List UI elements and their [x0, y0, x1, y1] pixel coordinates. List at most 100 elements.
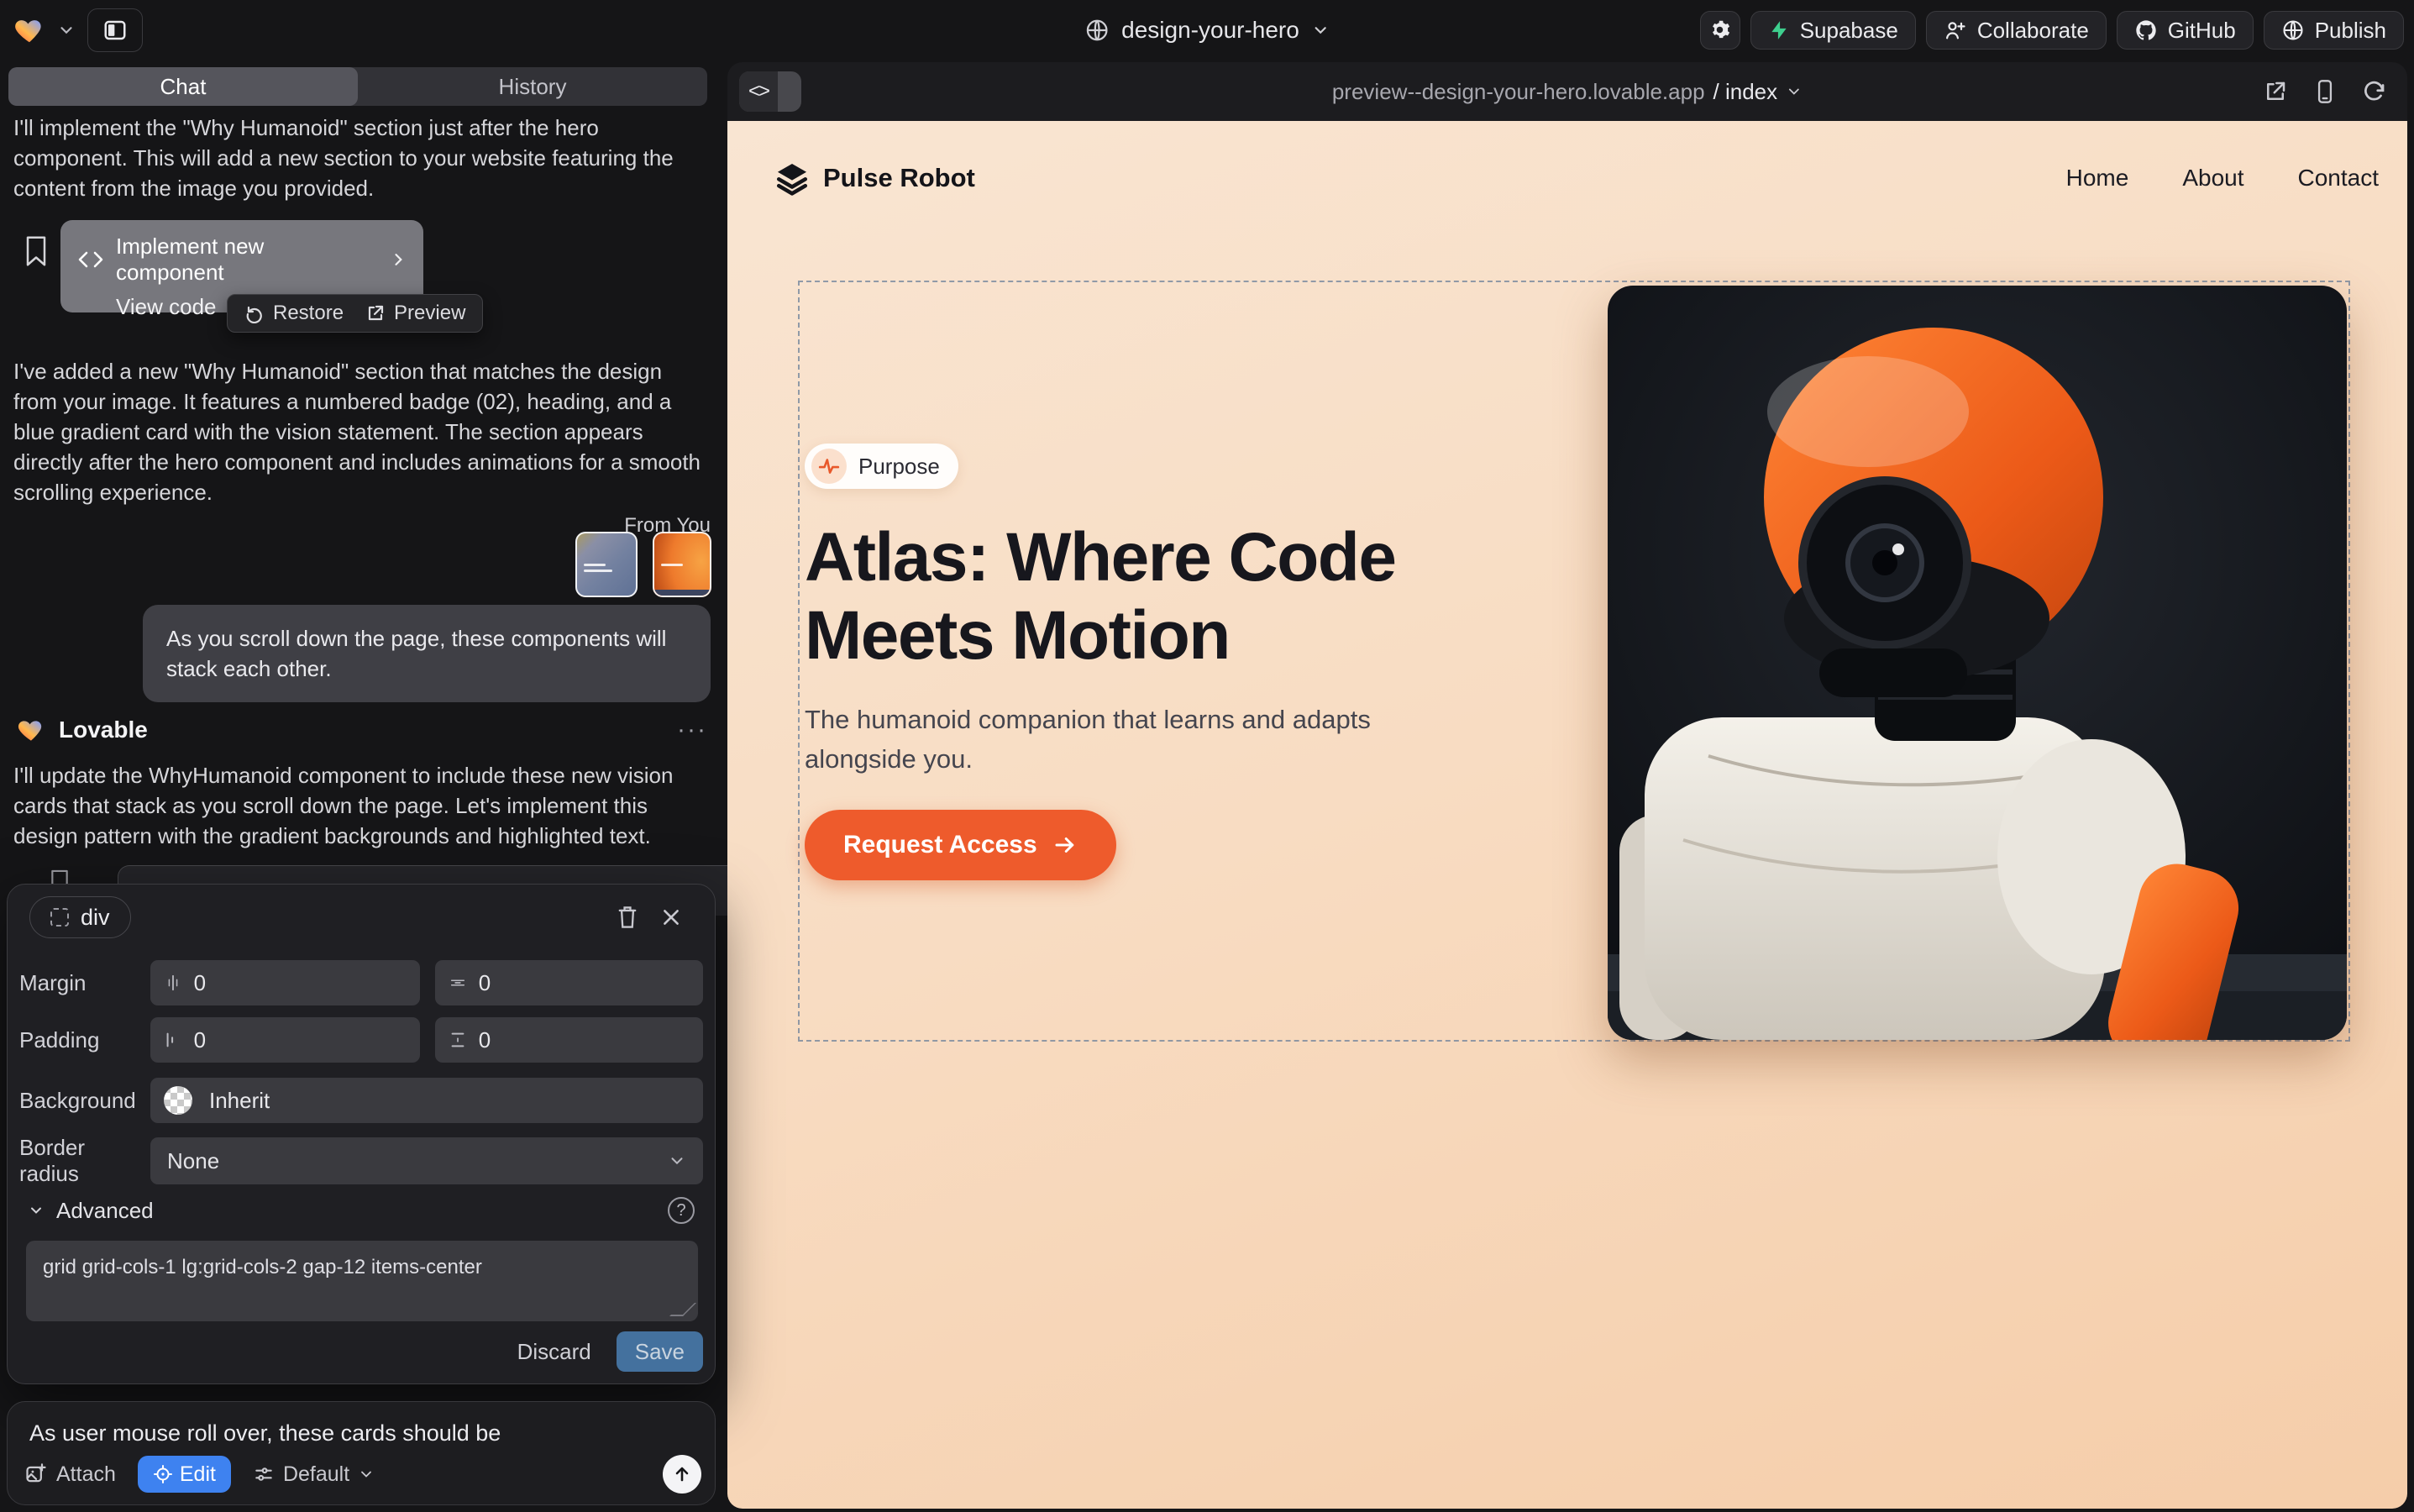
collaborate-user-plus-icon — [1944, 18, 1967, 42]
supabase-button[interactable]: Supabase — [1750, 11, 1916, 50]
assistant-name: Lovable — [59, 717, 148, 743]
send-button[interactable] — [663, 1455, 701, 1494]
model-selector[interactable]: Default — [253, 1462, 375, 1487]
close-inspector-button[interactable] — [649, 895, 693, 939]
attachment-thumbnail-orange[interactable] — [653, 532, 711, 597]
site-nav: Home About Contact — [2066, 165, 2379, 192]
arrow-up-icon — [672, 1464, 692, 1484]
padding-horizontal-icon — [164, 1031, 182, 1049]
padding-label: Padding — [19, 1027, 150, 1053]
lovable-heart-icon — [17, 716, 45, 744]
sliders-icon — [253, 1463, 275, 1485]
chevron-right-icon — [390, 249, 407, 270]
background-input[interactable]: Inherit — [150, 1078, 703, 1123]
logo-chevron-down-icon[interactable] — [57, 21, 76, 39]
nav-home[interactable]: Home — [2066, 165, 2129, 192]
preview-path: / index — [1713, 79, 1778, 105]
bookmark-icon[interactable] — [24, 235, 49, 267]
margin-vertical-icon — [449, 974, 467, 992]
publish-globe-icon — [2281, 18, 2305, 42]
open-external-button[interactable] — [2263, 79, 2288, 104]
hero-heading: Atlas: Where Code Meets Motion — [805, 519, 1502, 675]
code-view-toggle[interactable]: <> — [739, 71, 801, 112]
lovable-logo-heart-icon[interactable] — [13, 14, 45, 46]
pulse-icon — [811, 449, 847, 484]
layers-icon — [774, 160, 810, 196]
selected-element-tag: div — [81, 905, 110, 931]
collaborate-button[interactable]: Collaborate — [1926, 11, 2107, 50]
padding-vertical-icon — [449, 1031, 467, 1049]
external-link-icon — [365, 303, 386, 323]
preview-panel: <> preview--design-your-hero.lovable.app… — [727, 62, 2407, 1509]
chevron-down-icon — [28, 1202, 45, 1219]
hero-subheading: The humanoid companion that learns and a… — [805, 701, 1376, 779]
chat-composer[interactable]: As user mouse roll over, these cards sho… — [7, 1401, 716, 1505]
app-topbar: design-your-hero Supabase Collaborate — [0, 0, 2414, 60]
margin-y-input[interactable]: 0 — [435, 960, 703, 1005]
border-radius-label: Border radius — [19, 1135, 150, 1187]
chevron-down-icon — [358, 1466, 375, 1483]
selected-element-chip[interactable]: div — [29, 896, 131, 938]
selected-hero-section[interactable]: Purpose Atlas: Where Code Meets Motion T… — [798, 281, 2350, 1042]
preview-toolbar: <> preview--design-your-hero.lovable.app… — [727, 62, 2407, 121]
save-button[interactable]: Save — [617, 1331, 703, 1372]
transparency-swatch-icon — [164, 1086, 192, 1115]
attachment-thumbnail-blue[interactable] — [575, 532, 638, 597]
composer-input[interactable]: As user mouse roll over, these cards sho… — [29, 1420, 693, 1446]
tab-history[interactable]: History — [358, 67, 707, 106]
edit-mode-button[interactable]: Edit — [138, 1456, 231, 1493]
tab-chat[interactable]: Chat — [8, 67, 358, 106]
tailwind-classes-textarea[interactable]: grid grid-cols-1 lg:grid-cols-2 gap-12 i… — [26, 1241, 698, 1321]
message-menu-button[interactable]: ··· — [677, 716, 707, 744]
assistant-message-2: I've added a new "Why Humanoid" section … — [13, 356, 711, 507]
border-radius-select[interactable]: None — [150, 1137, 703, 1184]
assistant-message-3: I'll update the WhyHumanoid component to… — [13, 760, 711, 851]
site-header: Pulse Robot Home About Contact — [774, 151, 2379, 205]
component-card-title: Implement new component — [116, 234, 378, 286]
margin-row: Margin 0 0 — [19, 960, 703, 1005]
website-viewport: Pulse Robot Home About Contact Purpose A… — [727, 121, 2407, 1509]
restore-icon — [244, 303, 265, 323]
purpose-badge: Purpose — [805, 444, 958, 489]
discard-button[interactable]: Discard — [517, 1339, 591, 1365]
nav-contact[interactable]: Contact — [2298, 165, 2380, 192]
padding-x-input[interactable]: 0 — [150, 1017, 420, 1063]
request-access-button[interactable]: Request Access — [805, 810, 1116, 880]
site-brand[interactable]: Pulse Robot — [774, 160, 975, 196]
trash-icon — [616, 905, 639, 930]
preview-button[interactable]: Preview — [365, 302, 465, 325]
purpose-badge-label: Purpose — [858, 454, 940, 480]
project-switcher[interactable]: design-your-hero — [1084, 0, 1330, 60]
supabase-bolt-icon — [1768, 19, 1790, 41]
delete-element-button[interactable] — [606, 895, 649, 939]
attach-image-icon — [24, 1462, 48, 1486]
assistant-message-1: I'll implement the "Why Humanoid" sectio… — [13, 113, 711, 203]
github-button[interactable]: GitHub — [2117, 11, 2254, 50]
advanced-section-header[interactable]: Advanced ? — [28, 1197, 695, 1224]
help-icon[interactable]: ? — [668, 1197, 695, 1224]
publish-button[interactable]: Publish — [2264, 11, 2404, 50]
advanced-label: Advanced — [56, 1198, 154, 1224]
code-icon: <> — [739, 71, 778, 112]
gear-icon — [1708, 18, 1732, 42]
chat-history-tabs: Chat History — [8, 67, 707, 106]
background-label: Background — [19, 1088, 150, 1114]
project-chevron-down-icon — [1311, 21, 1330, 39]
settings-button[interactable] — [1700, 11, 1740, 50]
nav-about[interactable]: About — [2182, 165, 2243, 192]
refresh-button[interactable] — [2362, 79, 2387, 104]
sidebar-toggle-button[interactable] — [87, 8, 143, 52]
restore-button[interactable]: Restore — [244, 302, 344, 325]
version-toolbar: Restore Preview — [227, 294, 483, 333]
assistant-header: Lovable ··· — [17, 716, 707, 744]
close-icon — [660, 906, 682, 928]
margin-horizontal-icon — [164, 974, 182, 992]
margin-x-input[interactable]: 0 — [150, 960, 420, 1005]
padding-y-input[interactable]: 0 — [435, 1017, 703, 1063]
mobile-view-button[interactable] — [2313, 79, 2337, 104]
attach-button[interactable]: Attach — [24, 1462, 116, 1487]
chevron-down-icon — [1786, 83, 1803, 100]
target-icon — [153, 1464, 173, 1484]
padding-row: Padding 0 0 — [19, 1017, 703, 1063]
preview-address[interactable]: preview--design-your-hero.lovable.app / … — [1332, 62, 1803, 121]
